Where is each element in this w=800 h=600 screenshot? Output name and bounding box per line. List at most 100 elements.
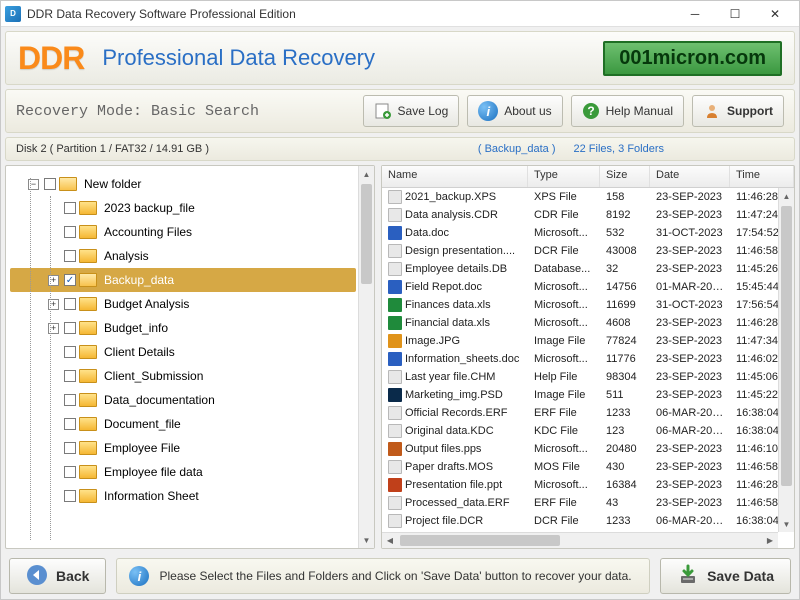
column-name[interactable]: Name <box>382 166 528 187</box>
help-label: Help Manual <box>606 104 673 118</box>
checkbox[interactable] <box>64 274 76 286</box>
tree-item[interactable]: Accounting Files <box>10 220 374 244</box>
support-button[interactable]: Support <box>692 95 784 127</box>
about-button[interactable]: i About us <box>467 95 562 127</box>
scroll-thumb[interactable] <box>361 184 372 284</box>
file-row[interactable]: Image.JPGImage File7782423-SEP-202311:47… <box>382 332 794 350</box>
file-name: Processed_data.ERF <box>405 497 510 509</box>
scroll-thumb[interactable] <box>400 535 560 546</box>
tree-item[interactable]: Analysis <box>10 244 374 268</box>
back-button[interactable]: Back <box>9 558 106 594</box>
tree-item-label: Data_documentation <box>104 393 215 407</box>
tree-item[interactable]: Information Sheet <box>10 484 374 508</box>
file-row[interactable]: Data.docMicrosoft...53231-OCT-202317:54:… <box>382 224 794 242</box>
checkbox[interactable] <box>64 442 76 454</box>
site-badge[interactable]: 001micron.com <box>603 41 782 76</box>
file-row[interactable]: Presentation file.pptMicrosoft...1638423… <box>382 476 794 494</box>
checkbox[interactable] <box>64 466 76 478</box>
file-row[interactable]: Financial data.xlsMicrosoft...460823-SEP… <box>382 314 794 332</box>
file-row[interactable]: Data analysis.CDRCDR File819223-SEP-2023… <box>382 206 794 224</box>
checkbox[interactable] <box>64 418 76 430</box>
file-list-panel: Name Type Size Date Time 2021_backup.XPS… <box>381 165 795 549</box>
tree-item[interactable]: +Budget_info <box>10 316 374 340</box>
tree-item[interactable]: Client_Submission <box>10 364 374 388</box>
minimize-button[interactable]: ─ <box>675 2 715 26</box>
file-date: 31-OCT-2023 <box>650 227 730 239</box>
file-scrollbar-v[interactable]: ▲ ▼ <box>778 188 794 532</box>
scroll-down-icon[interactable]: ▼ <box>779 516 794 532</box>
tree-item-label: Employee file data <box>104 465 203 479</box>
tree-item[interactable]: Employee File <box>10 436 374 460</box>
tree-item[interactable]: +Backup_data <box>10 268 356 292</box>
column-type[interactable]: Type <box>528 166 600 187</box>
file-scrollbar-h[interactable]: ◀ ▶ <box>382 532 778 548</box>
file-row[interactable]: Original data.KDCKDC File12306-MAR-20231… <box>382 422 794 440</box>
file-folder-count: 22 Files, 3 Folders <box>574 143 664 155</box>
tree-item[interactable]: Employee file data <box>10 460 374 484</box>
checkbox[interactable] <box>64 490 76 502</box>
file-row[interactable]: Finances data.xlsMicrosoft...1169931-OCT… <box>382 296 794 314</box>
file-size: 430 <box>600 461 650 473</box>
hint-text: Please Select the Files and Folders and … <box>159 569 631 583</box>
column-size[interactable]: Size <box>600 166 650 187</box>
tree-item[interactable]: Client Details <box>10 340 374 364</box>
column-time[interactable]: Time <box>730 166 794 187</box>
file-row[interactable]: 2021_backup.XPSXPS File15823-SEP-202311:… <box>382 188 794 206</box>
file-type-icon <box>388 316 402 330</box>
file-row[interactable]: Project file.DCRDCR File123306-MAR-20231… <box>382 512 794 530</box>
scroll-up-icon[interactable]: ▲ <box>779 188 794 204</box>
checkbox[interactable] <box>44 178 56 190</box>
file-date: 23-SEP-2023 <box>650 245 730 257</box>
folder-icon <box>79 369 97 383</box>
checkbox[interactable] <box>64 298 76 310</box>
tree-guide <box>30 178 31 540</box>
scroll-left-icon[interactable]: ◀ <box>382 533 398 548</box>
file-row[interactable]: Processed_data.ERFERF File4323-SEP-20231… <box>382 494 794 512</box>
file-row[interactable]: Last year file.CHMHelp File9830423-SEP-2… <box>382 368 794 386</box>
tree-item[interactable]: Document_file <box>10 412 374 436</box>
checkbox[interactable] <box>64 322 76 334</box>
checkbox[interactable] <box>64 202 76 214</box>
file-row[interactable]: Paper drafts.MOSMOS File43023-SEP-202311… <box>382 458 794 476</box>
file-type: Microsoft... <box>528 227 600 239</box>
file-name: Last year file.CHM <box>405 371 495 383</box>
file-row[interactable]: Information_sheets.docMicrosoft...117762… <box>382 350 794 368</box>
file-row[interactable]: Output files.ppsMicrosoft...2048023-SEP-… <box>382 440 794 458</box>
tree-scrollbar[interactable]: ▲ ▼ <box>358 166 374 548</box>
save-log-button[interactable]: Save Log <box>363 95 460 127</box>
tree-item-label: Budget_info <box>104 321 168 335</box>
back-label: Back <box>56 568 89 584</box>
checkbox[interactable] <box>64 250 76 262</box>
close-button[interactable]: ✕ <box>755 2 795 26</box>
scroll-up-icon[interactable]: ▲ <box>359 166 374 182</box>
tree-item[interactable]: 2023 backup_file <box>10 196 374 220</box>
help-button[interactable]: ? Help Manual <box>571 95 684 127</box>
checkbox[interactable] <box>64 394 76 406</box>
checkbox[interactable] <box>64 226 76 238</box>
scroll-down-icon[interactable]: ▼ <box>359 532 374 548</box>
file-row[interactable]: Design presentation....DCR File4300823-S… <box>382 242 794 260</box>
save-data-button[interactable]: Save Data <box>660 558 791 594</box>
maximize-button[interactable]: ☐ <box>715 2 755 26</box>
folder-icon <box>79 249 97 263</box>
file-name: Financial data.xls <box>405 317 490 329</box>
file-name: Marketing_img.PSD <box>405 389 503 401</box>
scroll-thumb[interactable] <box>781 206 792 486</box>
folder-tree[interactable]: − New folder 2023 backup_fileAccounting … <box>6 166 374 548</box>
scroll-right-icon[interactable]: ▶ <box>762 533 778 548</box>
file-name: Data.doc <box>405 227 449 239</box>
column-date[interactable]: Date <box>650 166 730 187</box>
tree-root[interactable]: − New folder <box>10 172 374 196</box>
file-size: 532 <box>600 227 650 239</box>
tree-item[interactable]: +Budget Analysis <box>10 292 374 316</box>
app-window: D DDR Data Recovery Software Professiona… <box>0 0 800 600</box>
checkbox[interactable] <box>64 370 76 382</box>
tree-item[interactable]: Data_documentation <box>10 388 374 412</box>
checkbox[interactable] <box>64 346 76 358</box>
file-row[interactable]: Employee details.DBDatabase...3223-SEP-2… <box>382 260 794 278</box>
file-row[interactable]: Official Records.ERFERF File123306-MAR-2… <box>382 404 794 422</box>
file-type-icon <box>388 424 402 438</box>
file-row[interactable]: Marketing_img.PSDImage File51123-SEP-202… <box>382 386 794 404</box>
file-list-body[interactable]: 2021_backup.XPSXPS File15823-SEP-202311:… <box>382 188 794 548</box>
file-row[interactable]: Field Repot.docMicrosoft...1475601-MAR-2… <box>382 278 794 296</box>
